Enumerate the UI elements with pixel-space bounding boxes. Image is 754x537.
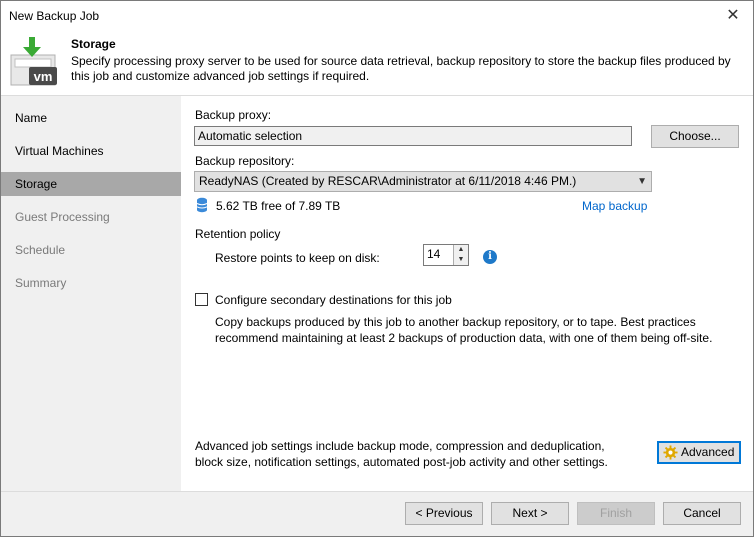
advanced-button-label: Advanced <box>681 445 735 459</box>
page-description: Specify processing proxy server to be us… <box>71 54 731 83</box>
restore-points-value: 14 <box>427 247 441 261</box>
sidebar-item-summary: Summary <box>15 276 67 290</box>
cancel-button[interactable]: Cancel <box>663 502 741 525</box>
secondary-destinations-checkbox[interactable] <box>195 293 208 306</box>
wizard-steps-sidebar: Name Virtual Machines Storage Guest Proc… <box>1 96 181 491</box>
wizard-header: vm Storage Specify processing proxy serv… <box>1 31 753 95</box>
gear-icon <box>663 445 678 460</box>
backup-repository-select[interactable]: ReadyNAS (Created by RESCAR\Administrato… <box>194 171 652 192</box>
backup-repository-value: ReadyNAS (Created by RESCAR\Administrato… <box>199 174 577 188</box>
title-bar: New Backup Job ✕ <box>1 1 753 31</box>
choose-proxy-button[interactable]: Choose... <box>651 125 739 148</box>
storage-settings-panel: Backup proxy: Automatic selection Choose… <box>181 96 753 491</box>
restore-points-stepper[interactable]: 14 ▲ ▼ <box>423 244 469 266</box>
spin-down-icon[interactable]: ▼ <box>453 255 468 265</box>
sidebar-item-storage[interactable]: Storage <box>1 172 181 196</box>
restore-points-label: Restore points to keep on disk: <box>215 251 380 265</box>
wizard-footer: < Previous Next > Finish Cancel <box>1 491 753 536</box>
advanced-desc-line-1: Advanced job settings include backup mod… <box>195 439 605 453</box>
backup-repository-label: Backup repository: <box>195 154 295 168</box>
advanced-button[interactable]: Advanced <box>657 441 741 464</box>
info-icon[interactable]: i <box>483 250 497 264</box>
sidebar-item-schedule: Schedule <box>15 243 66 257</box>
page-title: Storage <box>71 37 116 51</box>
repository-free-space: 5.62 TB free of 7.89 TB <box>216 199 341 213</box>
logo-text: vm <box>34 69 53 84</box>
sidebar-item-guest-processing: Guest Processing <box>15 210 110 224</box>
veeam-vm-logo-icon: vm <box>10 37 57 86</box>
advanced-settings-description: Advanced job settings include backup mod… <box>195 438 608 470</box>
secondary-desc-line-1: Copy backups produced by this job to ano… <box>215 315 696 329</box>
finish-button: Finish <box>577 502 655 525</box>
advanced-desc-line-2: block size, notification settings, autom… <box>195 455 608 469</box>
backup-proxy-field[interactable]: Automatic selection <box>194 126 632 146</box>
next-button[interactable]: Next > <box>491 502 569 525</box>
close-icon[interactable]: ✕ <box>723 6 743 26</box>
sidebar-item-name[interactable]: Name <box>1 106 181 130</box>
window-title: New Backup Job <box>9 9 100 23</box>
secondary-destinations-description: Copy backups produced by this job to ano… <box>215 314 712 346</box>
database-icon <box>196 197 208 213</box>
map-backup-link[interactable]: Map backup <box>582 199 647 213</box>
sidebar-item-virtual-machines[interactable]: Virtual Machines <box>1 139 181 163</box>
chevron-down-icon: ▼ <box>637 176 647 187</box>
retention-policy-heading: Retention policy <box>195 227 281 241</box>
secondary-destinations-label[interactable]: Configure secondary destinations for thi… <box>215 293 452 307</box>
new-backup-job-window: New Backup Job ✕ vm Storage Specify proc… <box>0 0 754 537</box>
backup-proxy-label: Backup proxy: <box>195 108 272 122</box>
secondary-desc-line-2: recommend maintaining at least 2 backups… <box>215 331 713 345</box>
previous-button[interactable]: < Previous <box>405 502 483 525</box>
